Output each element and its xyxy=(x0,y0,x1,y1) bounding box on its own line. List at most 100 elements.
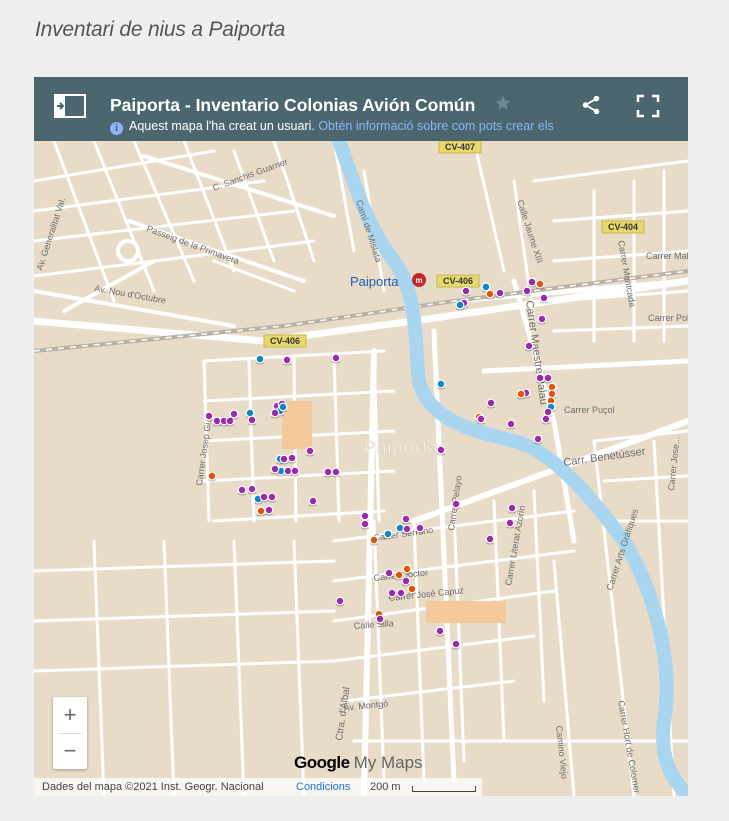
map-attribution: Dades del mapa ©2021 Inst. Geogr. Nacion… xyxy=(42,781,264,793)
map-title: Paiporta - Inventario Colonias Avión Com… xyxy=(110,95,476,115)
nest-pin-purple[interactable] xyxy=(384,568,394,578)
info-line: i Aquest mapa l'ha creat un usuari. Obtén… xyxy=(110,119,556,137)
nest-pin-purple[interactable] xyxy=(305,446,315,456)
nest-pin-blue[interactable] xyxy=(278,402,288,412)
info-text: Aquest mapa l'ha creat un usuari. xyxy=(129,119,315,133)
nest-pin-blue[interactable] xyxy=(455,300,465,310)
nest-pin-blue[interactable] xyxy=(436,379,446,389)
map-header: Paiporta - Inventario Colonias Avión Com… xyxy=(34,77,688,141)
nest-pin-orange[interactable] xyxy=(485,289,495,299)
nest-pin-blue[interactable] xyxy=(395,523,405,533)
nest-pin-purple[interactable] xyxy=(331,353,341,363)
nest-pin-purple[interactable] xyxy=(204,411,214,421)
street-label: Carrer Malva xyxy=(646,251,688,261)
nest-pin-purple[interactable] xyxy=(308,496,318,506)
nest-pin-purple[interactable] xyxy=(270,408,280,418)
nest-pin-purple[interactable] xyxy=(451,639,461,649)
nest-pin-purple[interactable] xyxy=(401,576,411,586)
info-link[interactable]: Obtén informació sobre com pots crear el… xyxy=(318,119,556,133)
nest-pin-blue[interactable] xyxy=(255,354,265,364)
nest-pin-purple[interactable] xyxy=(229,409,239,419)
nest-pin-purple[interactable] xyxy=(247,415,257,425)
nest-pin-purple[interactable] xyxy=(360,511,370,521)
nest-pin-purple[interactable] xyxy=(387,588,397,598)
nest-pin-purple[interactable] xyxy=(415,523,425,533)
google-my-maps-logo: Google My Maps xyxy=(294,753,423,773)
nest-pin-purple[interactable] xyxy=(247,484,257,494)
page-title: Inventari de nius a Paiporta xyxy=(35,18,286,41)
nest-pin-purple[interactable] xyxy=(375,614,385,624)
nest-pin-orange[interactable] xyxy=(369,535,379,545)
nest-pin-purple[interactable] xyxy=(264,505,274,515)
scale-label: 200 m xyxy=(370,781,401,793)
nest-pin-purple[interactable] xyxy=(524,341,534,351)
nest-pin-purple[interactable] xyxy=(461,286,471,296)
road-label-cv407: CV-407 xyxy=(445,142,475,152)
nest-pin-purple[interactable] xyxy=(435,626,445,636)
road-label-cv406-east: CV-406 xyxy=(443,276,473,286)
nest-pin-orange[interactable] xyxy=(256,506,266,516)
nest-pin-orange[interactable] xyxy=(402,564,412,574)
nest-pin-purple[interactable] xyxy=(436,445,446,455)
nest-pin-purple[interactable] xyxy=(535,373,545,383)
zoom-in-button[interactable]: + xyxy=(53,697,87,733)
nest-pin-purple[interactable] xyxy=(527,277,537,287)
nest-pin-purple[interactable] xyxy=(507,503,517,513)
nest-pin-purple[interactable] xyxy=(522,286,532,296)
svg-text:m: m xyxy=(415,276,422,285)
info-icon: i xyxy=(110,122,123,135)
zoom-out-button[interactable]: − xyxy=(53,733,87,769)
nest-pin-purple[interactable] xyxy=(270,464,280,474)
nest-pin-blue[interactable] xyxy=(383,529,393,539)
nest-pin-purple[interactable] xyxy=(533,434,543,444)
nest-pin-purple[interactable] xyxy=(290,466,300,476)
nest-pin-orange[interactable] xyxy=(394,570,404,580)
map-canvas[interactable]: CV-407 CV-406 CV-406 CV-404 m Paiporta P… xyxy=(34,141,688,796)
nest-pin-purple[interactable] xyxy=(259,492,269,502)
nest-pin-purple[interactable] xyxy=(537,314,547,324)
nest-pin-purple[interactable] xyxy=(539,293,549,303)
map-footer: Dades del mapa ©2021 Inst. Geogr. Nacion… xyxy=(34,778,482,796)
nest-pin-purple[interactable] xyxy=(402,524,412,534)
map-embed[interactable]: Paiporta - Inventario Colonias Avión Com… xyxy=(34,77,688,796)
nest-pin-blue[interactable] xyxy=(481,282,491,292)
nest-pin-purple[interactable] xyxy=(335,596,345,606)
nest-pin-purple[interactable] xyxy=(287,453,297,463)
street-label: Carrer Polo xyxy=(648,313,688,323)
terms-link[interactable]: Condicions xyxy=(296,781,350,793)
nest-pin-orange[interactable] xyxy=(407,584,417,594)
nest-pin-purple[interactable] xyxy=(396,588,406,598)
nest-pin-orange[interactable] xyxy=(535,279,545,289)
nest-pin-purple[interactable] xyxy=(237,485,247,495)
nest-pin-purple[interactable] xyxy=(495,288,505,298)
nest-pin-purple[interactable] xyxy=(282,355,292,365)
nest-pin-purple[interactable] xyxy=(505,518,515,528)
nest-pin-purple[interactable] xyxy=(476,414,486,424)
road-label-cv406-west: CV-406 xyxy=(270,336,300,346)
legend-toggle-icon[interactable] xyxy=(54,94,86,118)
nest-pin-orange[interactable] xyxy=(547,389,557,399)
nest-pin-purple[interactable] xyxy=(323,467,333,477)
nest-pin-purple[interactable] xyxy=(279,454,289,464)
nest-pin-purple[interactable] xyxy=(543,373,553,383)
road-label-cv404: CV-404 xyxy=(608,222,638,232)
mymaps-wordmark: My Maps xyxy=(353,753,423,772)
nest-pin-purple[interactable] xyxy=(485,534,495,544)
google-wordmark: Google xyxy=(294,753,350,772)
fullscreen-icon[interactable] xyxy=(636,94,660,118)
nest-pin-purple[interactable] xyxy=(506,419,516,429)
nest-pin-orange[interactable] xyxy=(516,389,526,399)
nest-pin-purple[interactable] xyxy=(360,519,370,529)
place-label-station: Paiporta xyxy=(350,274,399,289)
nest-pin-purple[interactable] xyxy=(451,499,461,509)
nest-pin-purple[interactable] xyxy=(541,414,551,424)
nest-pin-purple[interactable] xyxy=(267,492,277,502)
scale-bar xyxy=(412,786,476,792)
share-icon[interactable] xyxy=(580,94,602,116)
nest-pin-purple[interactable] xyxy=(401,514,411,524)
nest-pin-purple[interactable] xyxy=(486,398,496,408)
star-icon[interactable] xyxy=(494,94,512,112)
place-label-center: Paiporta xyxy=(364,438,439,457)
nest-pin-purple[interactable] xyxy=(331,467,341,477)
nest-pin-orange[interactable] xyxy=(207,471,217,481)
